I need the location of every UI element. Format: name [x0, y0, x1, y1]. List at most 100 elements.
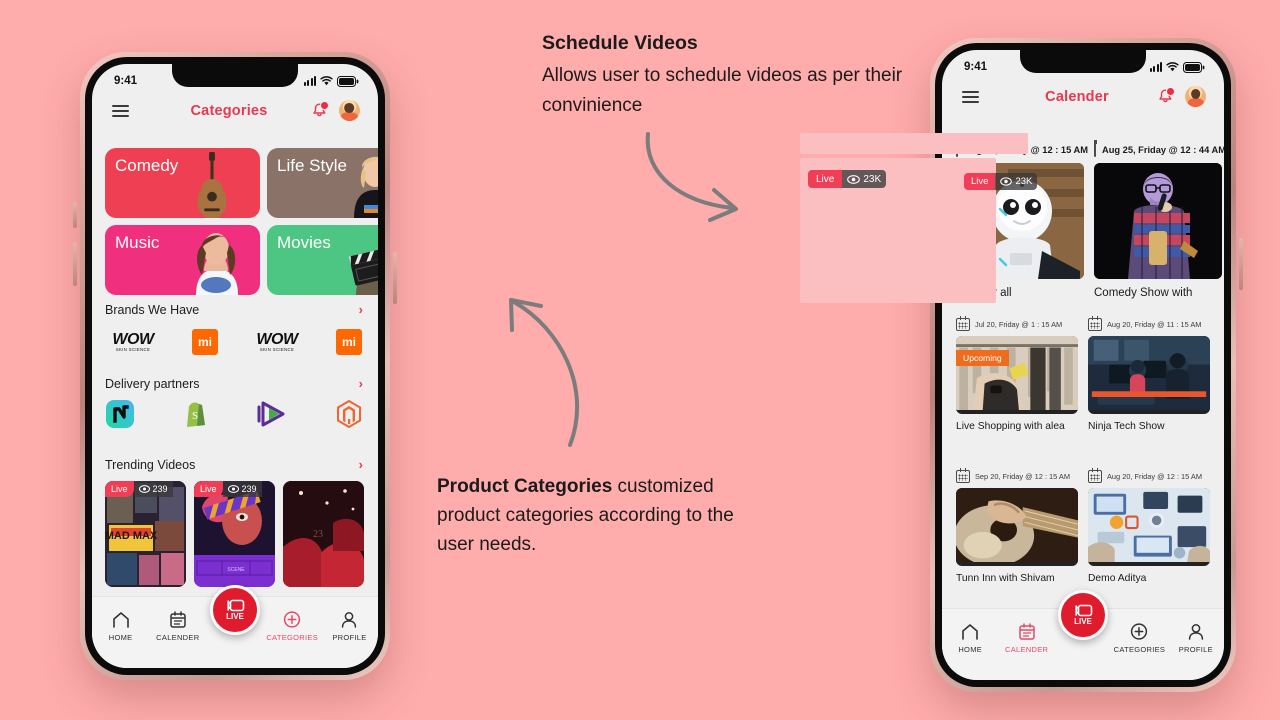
category-label: Comedy — [115, 156, 179, 175]
tab-categories[interactable]: CATEGORIES — [1111, 622, 1167, 654]
section-header-trending-videos[interactable]: Trending Videos › — [105, 457, 363, 472]
tab-profile[interactable]: PROFILE — [1168, 622, 1224, 654]
tab-home[interactable]: HOME — [942, 622, 998, 654]
hamburger-icon[interactable] — [112, 103, 129, 119]
signal-icon — [1149, 62, 1162, 72]
arrow-to-calendar — [645, 132, 738, 222]
upcoming-badge: Upcoming — [956, 350, 1009, 366]
shopify-logo[interactable]: S — [183, 400, 209, 428]
phone-left-status-bar: 9:41 — [92, 64, 378, 90]
play-triangle-logo[interactable] — [257, 400, 287, 428]
section-header-delivery-partners[interactable]: Delivery partners › — [105, 376, 363, 391]
calendar-event-card[interactable]: Sep 20, Friday @ 12 : 15 AM Tunn Inn wit… — [956, 468, 1078, 584]
bell-icon[interactable] — [311, 101, 329, 119]
live-badge: Live 239 — [194, 481, 262, 497]
tab-label: PROFILE — [1178, 645, 1213, 654]
category-label: Life Style — [277, 156, 347, 175]
chevron-right-icon[interactable]: › — [359, 302, 363, 317]
svg-text:SCENE: SCENE — [227, 567, 245, 573]
tab-calender[interactable]: CALENDER — [149, 610, 206, 642]
tab-label: HOME — [958, 645, 983, 654]
go-live-button[interactable]: LIVE — [210, 585, 260, 635]
person-icon — [342, 612, 357, 628]
phone-right-power-button[interactable] — [1239, 238, 1243, 290]
guitar-play-art — [956, 488, 1078, 563]
hamburger-icon[interactable] — [962, 89, 979, 105]
tab-label: CALENDER — [1004, 645, 1049, 654]
category-tile-music[interactable]: Music — [105, 225, 260, 295]
trending-card[interactable]: MAD MAX Live 239 — [105, 481, 186, 587]
arrow-to-categories — [509, 298, 580, 447]
wifi-icon — [1166, 62, 1179, 72]
event-thumbnail[interactable] — [1088, 488, 1210, 566]
category-tile-movies[interactable]: Movies — [267, 225, 378, 295]
event-thumbnail[interactable] — [1094, 163, 1222, 279]
tab-label: HOME — [108, 633, 133, 642]
section-title: Trending Videos — [105, 457, 196, 472]
calendar-event-card[interactable]: Jul 20, Friday @ 1 : 15 AM Upcoming Live… — [956, 316, 1078, 432]
calendar-icon — [956, 468, 970, 483]
bell-icon[interactable] — [1157, 87, 1175, 105]
phone-left-volume-button[interactable] — [73, 202, 77, 228]
calendar-event-card[interactable]: Aug 25, Friday @ 12 : 44 AM Comedy Show … — [1093, 140, 1224, 299]
wow-skin-science-logo[interactable]: WOW SKIN SCIENCE — [250, 329, 304, 355]
tab-home[interactable]: HOME — [92, 610, 149, 642]
trending-card[interactable]: SCENE Live 239 — [194, 481, 275, 587]
trending-video-row: MAD MAX Live 239 SCENE Live 239 23 — [105, 481, 364, 587]
svg-text:MAD MAX: MAD MAX — [105, 530, 158, 542]
calendar-icon — [956, 316, 970, 331]
live-label: Live — [964, 173, 996, 190]
mi-logo[interactable]: mi — [336, 329, 362, 355]
phone-left-volume-button-2[interactable] — [73, 242, 77, 286]
event-thumbnail[interactable] — [956, 488, 1078, 566]
category-label: Movies — [277, 233, 331, 252]
live-badge: Live 239 — [105, 481, 173, 497]
event-date: Aug 20, Friday @ 11 : 15 AM — [1107, 320, 1202, 329]
mi-logo[interactable]: mi — [192, 329, 218, 355]
video-camera-icon — [1075, 604, 1093, 617]
eye-icon — [227, 485, 239, 493]
category-grid: Comedy Music Life Style Movies — [105, 148, 378, 295]
section-title: Delivery partners — [105, 376, 200, 391]
avatar[interactable] — [1185, 86, 1206, 107]
calendar-event-card[interactable]: Aug 20, Friday @ 11 : 15 AM Ninja Tech S… — [1088, 316, 1210, 432]
category-tile-lifestyle[interactable]: Life Style — [267, 148, 378, 218]
tab-label: CATEGORIES — [1113, 645, 1166, 654]
annotation-lead: Product Categories — [437, 476, 613, 497]
phone-left-power-button[interactable] — [393, 252, 397, 304]
highlight-strip-date — [800, 133, 1028, 154]
chevron-right-icon[interactable]: › — [359, 376, 363, 391]
section-header-brands[interactable]: Brands We Have › — [105, 302, 363, 317]
wow-logo-line1: WOW — [256, 330, 298, 348]
event-title: Ninja Tech Show — [1088, 421, 1165, 432]
trending-card[interactable]: 23 — [283, 481, 364, 587]
avatar[interactable] — [338, 100, 360, 121]
chevron-right-icon[interactable]: › — [359, 457, 363, 472]
tab-categories[interactable]: CATEGORIES — [264, 610, 321, 642]
phone-right-status-bar: 9:41 — [942, 50, 1224, 76]
live-label: Live — [194, 481, 223, 497]
nium-app-logo[interactable] — [106, 400, 134, 428]
live-fab-label: LIVE — [226, 612, 244, 621]
wow-skin-science-logo[interactable]: WOW SKIN SCIENCE — [106, 329, 160, 355]
event-title: Demo Aditya — [1088, 573, 1147, 584]
magento-logo[interactable] — [336, 400, 362, 428]
tab-profile[interactable]: PROFILE — [321, 610, 378, 642]
event-thumbnail[interactable] — [1088, 336, 1210, 414]
category-column-1: Comedy Music — [105, 148, 260, 295]
wow-logo-line2: SKIN SCIENCE — [115, 346, 151, 352]
category-tile-comedy[interactable]: Comedy — [105, 148, 260, 218]
video-camera-icon — [227, 599, 245, 612]
tab-calender[interactable]: CALENDER — [998, 622, 1054, 654]
live-badge: Live 23K — [808, 170, 887, 188]
section-title: Brands We Have — [105, 302, 200, 317]
event-date: Sep 20, Friday @ 12 : 15 AM — [975, 472, 1071, 481]
event-date-row: Aug 20, Friday @ 11 : 15 AM — [1088, 316, 1210, 331]
go-live-button[interactable]: LIVE — [1058, 590, 1108, 640]
home-icon — [962, 624, 979, 640]
event-thumbnail[interactable]: Upcoming — [956, 336, 1078, 414]
wifi-icon — [320, 76, 333, 86]
mi-logo-text: mi — [341, 335, 356, 349]
calendar-event-card[interactable]: Aug 20, Friday @ 12 : 15 AM Demo Aditya — [1088, 468, 1210, 584]
home-icon — [112, 612, 129, 628]
